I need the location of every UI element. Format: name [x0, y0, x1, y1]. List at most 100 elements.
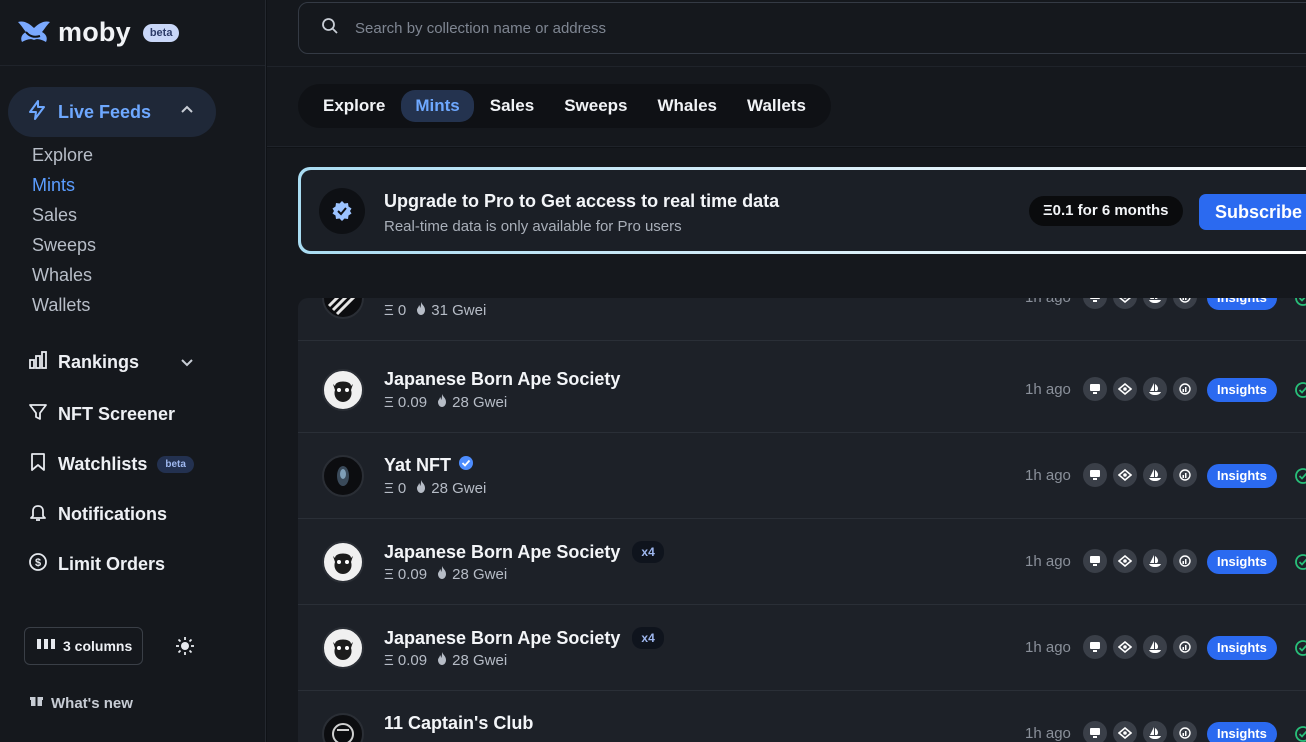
marketplace-links [1083, 463, 1203, 487]
search-box[interactable] [298, 2, 1306, 54]
eye-icon[interactable] [1113, 298, 1137, 309]
collection-name-text: Yat NFT [384, 455, 452, 475]
chart-icon[interactable] [1173, 721, 1197, 742]
feed-row[interactable]: Japanese Born Ape Society x4 Ξ 0.09 28 G… [298, 605, 1306, 691]
subscribe-button[interactable]: Subscribe [1199, 194, 1306, 230]
mint-count-tag: x4 [632, 541, 664, 563]
monitor-icon[interactable] [1083, 463, 1107, 487]
check-circle-icon [1294, 298, 1306, 312]
submenu-whales[interactable]: Whales [32, 262, 96, 292]
flame-icon [437, 652, 447, 669]
sun-icon[interactable] [176, 637, 194, 660]
feed-row[interactable]: Ξ 0 31 Gwei 1h ago Insights [298, 298, 1306, 341]
chevron-up-icon [180, 103, 194, 122]
sidebar-item-notifications[interactable]: Notifications [28, 500, 167, 528]
columns-icon [37, 637, 55, 655]
live-feeds-label: Live Feeds [58, 101, 152, 122]
opensea-icon[interactable] [1143, 377, 1167, 401]
submenu-explore[interactable]: Explore [32, 142, 96, 172]
top-bar [267, 0, 1306, 67]
monitor-icon[interactable] [1083, 298, 1107, 309]
tabs-area: Explore Mints Sales Sweeps Whales Wallet… [267, 67, 1306, 147]
check-circle-icon [1294, 553, 1306, 576]
lightning-icon [28, 99, 46, 125]
watchlists-beta-badge: beta [157, 455, 194, 473]
bar-chart-icon [28, 350, 48, 375]
mint-time: 1h ago [1025, 381, 1071, 398]
chart-icon[interactable] [1173, 463, 1197, 487]
check-circle-icon [1294, 725, 1306, 742]
sidebar-item-watchlists[interactable]: Watchlists beta [28, 450, 194, 478]
submenu-mints[interactable]: Mints [32, 172, 96, 202]
search-input[interactable] [355, 19, 955, 37]
sidebar-item-limit-orders[interactable]: $ Limit Orders [28, 550, 165, 578]
chart-icon[interactable] [1173, 549, 1197, 573]
collection-avatar [322, 541, 364, 583]
collection-name: Japanese Born Ape Society x4 [384, 541, 664, 563]
opensea-icon[interactable] [1143, 298, 1167, 309]
monitor-icon[interactable] [1083, 549, 1107, 573]
mint-price: Ξ 0 [384, 302, 407, 319]
mint-meta: Ξ 0.09 28 Gwei [384, 652, 507, 669]
eye-icon[interactable] [1113, 721, 1137, 742]
sidebar-item-nft-screener[interactable]: NFT Screener [28, 400, 175, 428]
eye-icon[interactable] [1113, 549, 1137, 573]
submenu-sweeps[interactable]: Sweeps [32, 232, 96, 262]
submenu-wallets[interactable]: Wallets [32, 292, 96, 322]
mint-price: Ξ 0 [384, 480, 407, 497]
monitor-icon[interactable] [1083, 635, 1107, 659]
whats-new-link[interactable]: What's new [30, 694, 133, 712]
chart-icon[interactable] [1173, 635, 1197, 659]
tab-whales[interactable]: Whales [644, 90, 732, 122]
tab-wallets[interactable]: Wallets [733, 90, 820, 122]
filter-icon [28, 402, 48, 427]
tab-sales[interactable]: Sales [476, 90, 548, 122]
insights-button[interactable]: Insights [1207, 298, 1277, 310]
opensea-icon[interactable] [1143, 721, 1167, 742]
collection-avatar [322, 627, 364, 669]
gift-icon [30, 694, 43, 712]
submenu-sales[interactable]: Sales [32, 202, 96, 232]
chart-icon[interactable] [1173, 298, 1197, 309]
feed-row[interactable]: Japanese Born Ape Society x4 Ξ 0.09 28 G… [298, 519, 1306, 605]
mint-time: 1h ago [1025, 639, 1071, 656]
eye-icon[interactable] [1113, 377, 1137, 401]
eye-icon[interactable] [1113, 463, 1137, 487]
chart-icon[interactable] [1173, 377, 1197, 401]
insights-button[interactable]: Insights [1207, 722, 1277, 742]
live-feeds-button[interactable]: Live Feeds [8, 87, 216, 137]
insights-button[interactable]: Insights [1207, 378, 1277, 402]
collection-avatar [322, 713, 364, 742]
watchlists-label: Watchlists [58, 453, 148, 474]
collection-name: Yat NFT [384, 455, 474, 476]
sidebar-item-rankings[interactable]: Rankings [28, 348, 139, 376]
collection-name: Japanese Born Ape Society x4 [384, 627, 664, 649]
monitor-icon[interactable] [1083, 721, 1107, 742]
chevron-down-icon[interactable] [180, 355, 194, 374]
tab-sweeps[interactable]: Sweeps [550, 90, 641, 122]
flame-icon [416, 302, 426, 319]
mint-meta: Ξ 0.09 28 Gwei [384, 394, 507, 411]
insights-button[interactable]: Insights [1207, 636, 1277, 660]
opensea-icon[interactable] [1143, 549, 1167, 573]
tab-explore[interactable]: Explore [309, 90, 399, 122]
eye-icon[interactable] [1113, 635, 1137, 659]
nft-screener-label: NFT Screener [58, 403, 176, 424]
collection-avatar [322, 298, 364, 319]
feed-row[interactable]: Yat NFT Ξ 0 28 Gwei 1h ago Insights [298, 433, 1306, 519]
feed-row[interactable]: Japanese Born Ape Society Ξ 0.09 28 Gwei… [298, 347, 1306, 433]
feed-row[interactable]: 11 Captain's Club 1h ago Insights [298, 691, 1306, 742]
insights-button[interactable]: Insights [1207, 464, 1277, 488]
columns-button[interactable]: 3 columns [24, 627, 143, 665]
tab-mints[interactable]: Mints [401, 90, 474, 122]
gas-price: 28 Gwei [452, 394, 508, 411]
opensea-icon[interactable] [1143, 463, 1167, 487]
dollar-circle-icon: $ [28, 552, 48, 577]
monitor-icon[interactable] [1083, 377, 1107, 401]
mint-count-tag: x4 [632, 627, 664, 649]
logo-row[interactable]: moby beta [0, 0, 265, 66]
whats-new-label: What's new [51, 694, 133, 712]
opensea-icon[interactable] [1143, 635, 1167, 659]
collection-avatar [322, 369, 364, 411]
insights-button[interactable]: Insights [1207, 550, 1277, 574]
